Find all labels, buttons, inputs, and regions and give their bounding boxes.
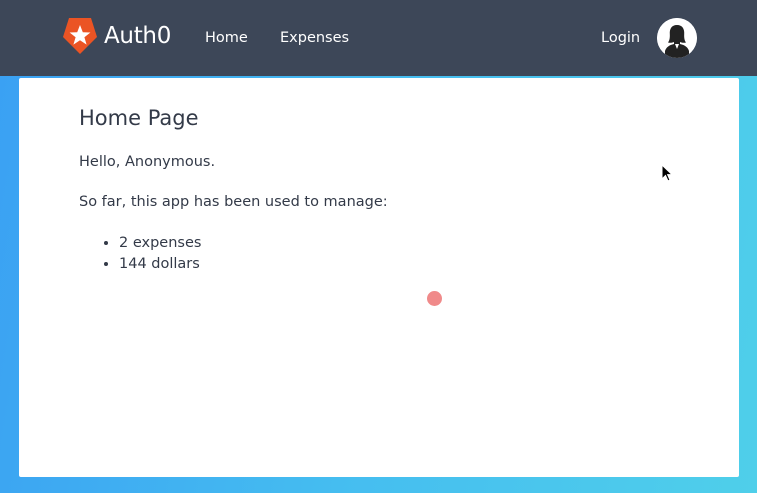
click-indicator-dot bbox=[427, 291, 442, 306]
usage-stats-list: 2 expenses 144 dollars bbox=[79, 233, 201, 275]
list-item: 2 expenses bbox=[119, 233, 201, 254]
brand-link[interactable]: Auth0 bbox=[62, 16, 171, 56]
greeting-text: Hello, Anonymous. bbox=[79, 154, 216, 170]
page-title: Home Page bbox=[79, 106, 199, 130]
nav-expenses-link[interactable]: Expenses bbox=[280, 28, 349, 48]
brand-name: Auth0 bbox=[104, 23, 172, 49]
user-avatar[interactable] bbox=[657, 18, 697, 58]
usage-intro-text: So far, this app has been used to manage… bbox=[79, 194, 388, 210]
login-link[interactable]: Login bbox=[601, 28, 640, 48]
home-content-card: Home Page Hello, Anonymous. So far, this… bbox=[19, 78, 739, 477]
mouse-cursor-icon bbox=[661, 164, 673, 182]
auth0-logo-icon bbox=[63, 18, 97, 54]
user-silhouette-icon bbox=[657, 18, 697, 58]
list-item: 144 dollars bbox=[119, 254, 201, 275]
nav-home-link[interactable]: Home bbox=[205, 28, 248, 48]
top-navbar: Auth0 Home Expenses Login bbox=[0, 0, 757, 76]
